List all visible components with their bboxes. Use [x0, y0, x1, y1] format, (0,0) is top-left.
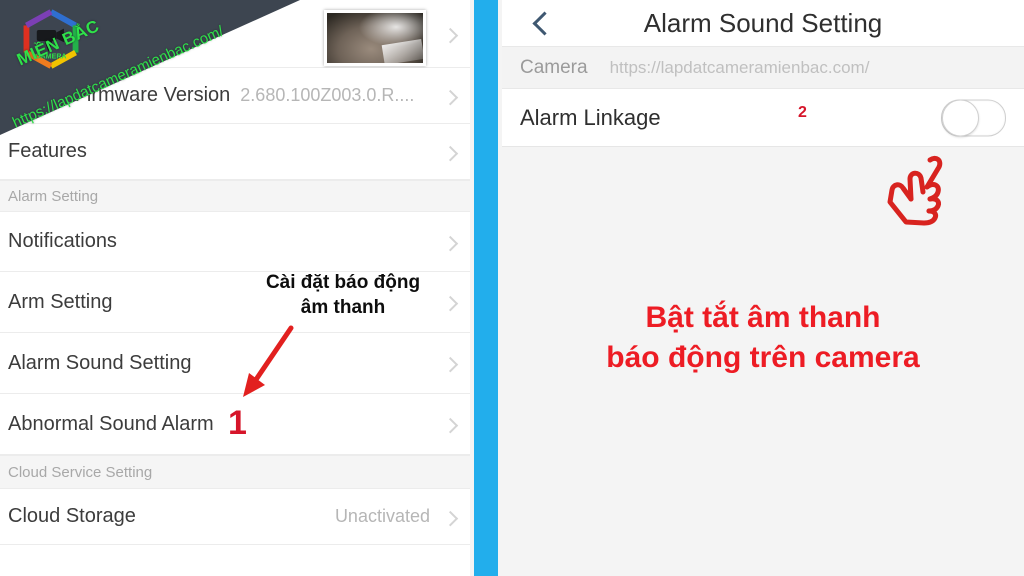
- right-panel-header: Alarm Sound Setting: [502, 0, 1024, 47]
- chevron-right-icon: [442, 510, 459, 526]
- alarm-linkage-toggle[interactable]: [941, 99, 1006, 136]
- left-panel-device-details: Device Details Device Firmware Version 2…: [0, 0, 470, 576]
- row-notifications[interactable]: Notifications: [0, 212, 470, 272]
- toggle-knob: [942, 99, 979, 136]
- right-panel-alarm-sound-setting: Alarm Sound Setting Camera https://lapda…: [502, 0, 1024, 576]
- right-page-title: Alarm Sound Setting: [643, 8, 883, 38]
- section-title: Cloud Service Setting: [8, 463, 153, 481]
- chevron-right-icon: [442, 27, 459, 43]
- row-label: Notifications: [8, 230, 117, 252]
- chevron-right-icon: [442, 295, 459, 312]
- row-label: Alarm Linkage: [520, 104, 661, 130]
- chevron-right-icon: [442, 145, 459, 161]
- row-features[interactable]: Features: [0, 124, 470, 180]
- row-abnormal-sound-alarm[interactable]: Abnormal Sound Alarm: [0, 394, 470, 455]
- panel-divider: [470, 0, 502, 576]
- chevron-right-icon: [442, 417, 459, 434]
- pointing-hand-icon: [887, 155, 943, 226]
- camera-value: https://lapdatcameramienbac.com/: [609, 57, 870, 77]
- chevron-right-icon: [442, 89, 459, 105]
- chevron-right-icon: [442, 235, 459, 251]
- camera-label: Camera: [520, 56, 588, 78]
- row-arm-setting[interactable]: Arm Setting: [0, 272, 470, 333]
- section-title: Alarm Setting: [8, 187, 99, 205]
- row-alarm-sound-setting[interactable]: Alarm Sound Setting: [0, 333, 470, 394]
- section-header-alarm-setting: Alarm Setting: [0, 180, 470, 212]
- chevron-right-icon: [442, 356, 459, 373]
- screenshot-root: Device Details Device Firmware Version 2…: [0, 0, 1024, 576]
- device-thumbnail-row[interactable]: [0, 0, 470, 68]
- row-value: Unactivated: [334, 506, 430, 526]
- annotation-note-red: Bật tắt âm thanh báo động trên camera: [502, 298, 1024, 378]
- annotation-note-red-line1: Bật tắt âm thanh: [645, 301, 881, 334]
- row-cloud-storage[interactable]: Cloud Storage Unactivated: [0, 489, 470, 545]
- row-label: Abnormal Sound Alarm: [8, 412, 214, 435]
- row-alarm-linkage[interactable]: Alarm Linkage: [502, 89, 1024, 147]
- device-snapshot-thumbnail[interactable]: [324, 10, 426, 66]
- row-label: Device Firmware Version: [8, 84, 231, 106]
- row-label: Cloud Storage: [8, 505, 136, 527]
- row-value: 2.680.100Z003.0.R....: [240, 85, 415, 105]
- annotation-note-red-line2: báo động trên camera: [606, 341, 920, 374]
- divider-blue-bar: [474, 0, 498, 576]
- row-device-firmware-version[interactable]: Device Firmware Version 2.680.100Z003.0.…: [0, 68, 470, 124]
- row-label: Arm Setting: [8, 290, 113, 313]
- row-label: Features: [8, 140, 87, 162]
- camera-subbar: Camera https://lapdatcameramienbac.com/: [502, 47, 1024, 89]
- row-label: Alarm Sound Setting: [8, 351, 192, 374]
- section-header-cloud-service-setting: Cloud Service Setting: [0, 455, 470, 489]
